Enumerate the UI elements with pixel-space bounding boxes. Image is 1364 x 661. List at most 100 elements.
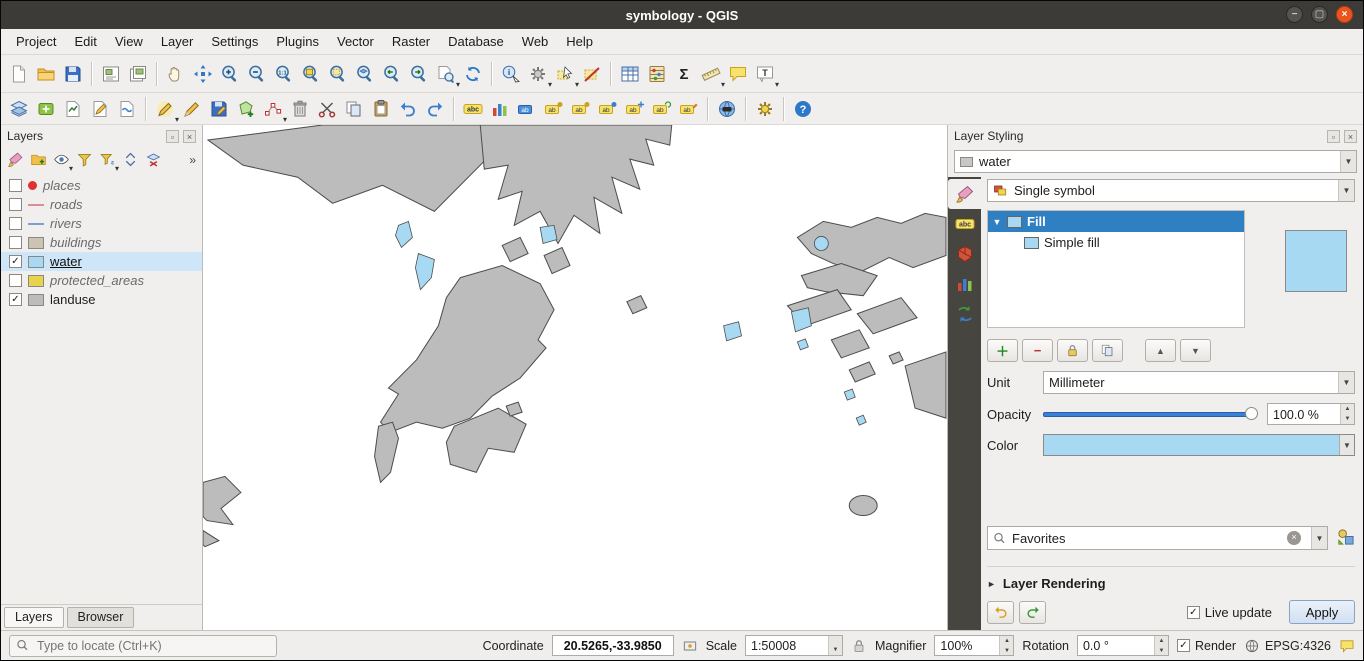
styling-layer-select[interactable]: water ▼ <box>954 150 1357 173</box>
field-calculator-button[interactable] <box>643 60 670 87</box>
pan-map-button[interactable] <box>162 60 189 87</box>
new-map-view-button[interactable]: ▾ <box>432 60 459 87</box>
layer-visibility-checkbox[interactable] <box>9 236 22 249</box>
statistical-summary-button[interactable]: Σ <box>670 60 697 87</box>
symbol-tree-item-simple-fill[interactable]: Simple fill <box>988 232 1244 253</box>
messages-icon[interactable] <box>1339 638 1355 654</box>
toolbar-overflow-button[interactable]: » <box>189 153 199 167</box>
show-hide-labels-button[interactable]: ab <box>594 95 621 122</box>
apply-button[interactable]: Apply <box>1289 600 1355 624</box>
menu-help[interactable]: Help <box>557 31 602 52</box>
map-tips-button[interactable] <box>724 60 751 87</box>
change-label-properties-button[interactable]: ab <box>675 95 702 122</box>
add-feature-button[interactable] <box>232 95 259 122</box>
zoom-in-button[interactable] <box>216 60 243 87</box>
metasearch-button[interactable] <box>713 95 740 122</box>
show-layout-manager-button[interactable] <box>124 60 151 87</box>
layer-visibility-checkbox[interactable]: ✓ <box>9 255 22 268</box>
live-update-toggle[interactable]: ✓ Live update <box>1187 605 1272 620</box>
style-undo-button[interactable] <box>987 601 1014 624</box>
new-shapefile-layer-button[interactable] <box>59 95 86 122</box>
open-project-button[interactable] <box>32 60 59 87</box>
copy-features-button[interactable] <box>340 95 367 122</box>
minimize-button[interactable]: − <box>1286 6 1303 23</box>
manage-map-themes-button[interactable]: ▾ <box>50 149 72 171</box>
spin-arrows[interactable]: ▲▼ <box>1154 636 1168 655</box>
undock-panel-icon[interactable]: ▫ <box>166 130 179 143</box>
identify-features-button[interactable]: i <box>497 60 524 87</box>
opacity-spinbox[interactable]: 100.0 % ▲▼ <box>1267 403 1355 425</box>
move-down-button[interactable]: ▼ <box>1180 339 1211 362</box>
menu-layer[interactable]: Layer <box>152 31 203 52</box>
menu-raster[interactable]: Raster <box>383 31 439 52</box>
move-label-button[interactable]: ab <box>621 95 648 122</box>
filter-legend-expression-button[interactable]: ε▾ <box>96 149 118 171</box>
zoom-next-button[interactable] <box>405 60 432 87</box>
spin-arrows[interactable]: ▲▼ <box>1340 404 1354 424</box>
new-virtual-layer-button[interactable] <box>113 95 140 122</box>
highlight-pinned-labels-button[interactable]: ab <box>540 95 567 122</box>
clear-filter-icon[interactable]: × <box>1287 531 1301 545</box>
text-annotation-button[interactable]: T▾ <box>751 60 778 87</box>
zoom-full-button[interactable] <box>297 60 324 87</box>
render-checkbox[interactable]: ✓ <box>1177 639 1190 652</box>
coordinate-input[interactable] <box>552 635 674 656</box>
lock-scale-icon[interactable] <box>851 638 867 654</box>
cut-features-button[interactable] <box>313 95 340 122</box>
menu-edit[interactable]: Edit <box>65 31 105 52</box>
layer-item-places[interactable]: places <box>1 176 202 195</box>
layer-visibility-checkbox[interactable] <box>9 179 22 192</box>
layer-item-water[interactable]: ✓water <box>1 252 202 271</box>
locate-input[interactable] <box>35 638 270 654</box>
magnifier-spinbox[interactable]: 100% ▲▼ <box>934 635 1014 656</box>
data-source-manager-button[interactable] <box>5 95 32 122</box>
label-toolbar-options-button[interactable]: ab <box>513 95 540 122</box>
chevron-down-icon[interactable]: ▼ <box>828 636 842 655</box>
pan-to-selection-button[interactable] <box>189 60 216 87</box>
undock-styling-panel-icon[interactable]: ▫ <box>1327 130 1340 143</box>
measure-button[interactable]: ▾ <box>697 60 724 87</box>
menu-web[interactable]: Web <box>513 31 558 52</box>
chevron-down-icon[interactable]: ▼ <box>1340 151 1356 172</box>
processing-toolbox-button[interactable] <box>751 95 778 122</box>
spin-arrows[interactable]: ▲▼ <box>999 636 1013 655</box>
new-spatialite-layer-button[interactable] <box>86 95 113 122</box>
menu-settings[interactable]: Settings <box>202 31 267 52</box>
new-print-layout-button[interactable] <box>97 60 124 87</box>
delete-selected-button[interactable] <box>286 95 313 122</box>
help-contents-button[interactable]: ? <box>789 95 816 122</box>
crs-status[interactable]: EPSG:4326 <box>1244 638 1331 654</box>
extents-toggle-icon[interactable] <box>682 638 698 654</box>
layer-visibility-checkbox[interactable] <box>9 274 22 287</box>
layer-item-rivers[interactable]: rivers <box>1 214 202 233</box>
expand-all-button[interactable] <box>119 149 141 171</box>
paste-features-button[interactable] <box>367 95 394 122</box>
layer-item-buildings[interactable]: buildings <box>1 233 202 252</box>
panel-tab-layers[interactable]: Layers <box>4 607 64 628</box>
layer-visibility-checkbox[interactable] <box>9 198 22 211</box>
style-redo-button[interactable] <box>1019 601 1046 624</box>
refresh-map-button[interactable] <box>459 60 486 87</box>
layer-item-landuse[interactable]: ✓landuse <box>1 290 202 309</box>
remove-layer-button[interactable] <box>142 149 164 171</box>
deselect-features-button[interactable] <box>578 60 605 87</box>
styling-tab-diagrams[interactable] <box>948 269 981 299</box>
remove-symbol-layer-button[interactable]: − <box>1022 339 1053 362</box>
lock-symbol-layer-button[interactable] <box>1057 339 1088 362</box>
close-styling-panel-icon[interactable]: × <box>1344 130 1357 143</box>
maximize-button[interactable]: ▢ <box>1311 6 1328 23</box>
new-project-button[interactable] <box>5 60 32 87</box>
add-symbol-layer-button[interactable]: ＋ <box>987 339 1018 362</box>
menu-plugins[interactable]: Plugins <box>267 31 328 52</box>
close-button[interactable]: × <box>1336 6 1353 23</box>
zoom-to-layer-button[interactable] <box>351 60 378 87</box>
style-filter-box[interactable]: Favorites × ▼ <box>987 526 1328 550</box>
symbol-tree-item-fill[interactable]: ▼ Fill <box>988 211 1244 232</box>
add-group-button[interactable] <box>27 149 49 171</box>
zoom-last-button[interactable] <box>378 60 405 87</box>
zoom-out-button[interactable] <box>243 60 270 87</box>
opacity-slider[interactable] <box>1043 404 1258 424</box>
color-button[interactable]: ▼ <box>1043 434 1355 456</box>
open-attribute-table-button[interactable] <box>616 60 643 87</box>
menu-database[interactable]: Database <box>439 31 513 52</box>
